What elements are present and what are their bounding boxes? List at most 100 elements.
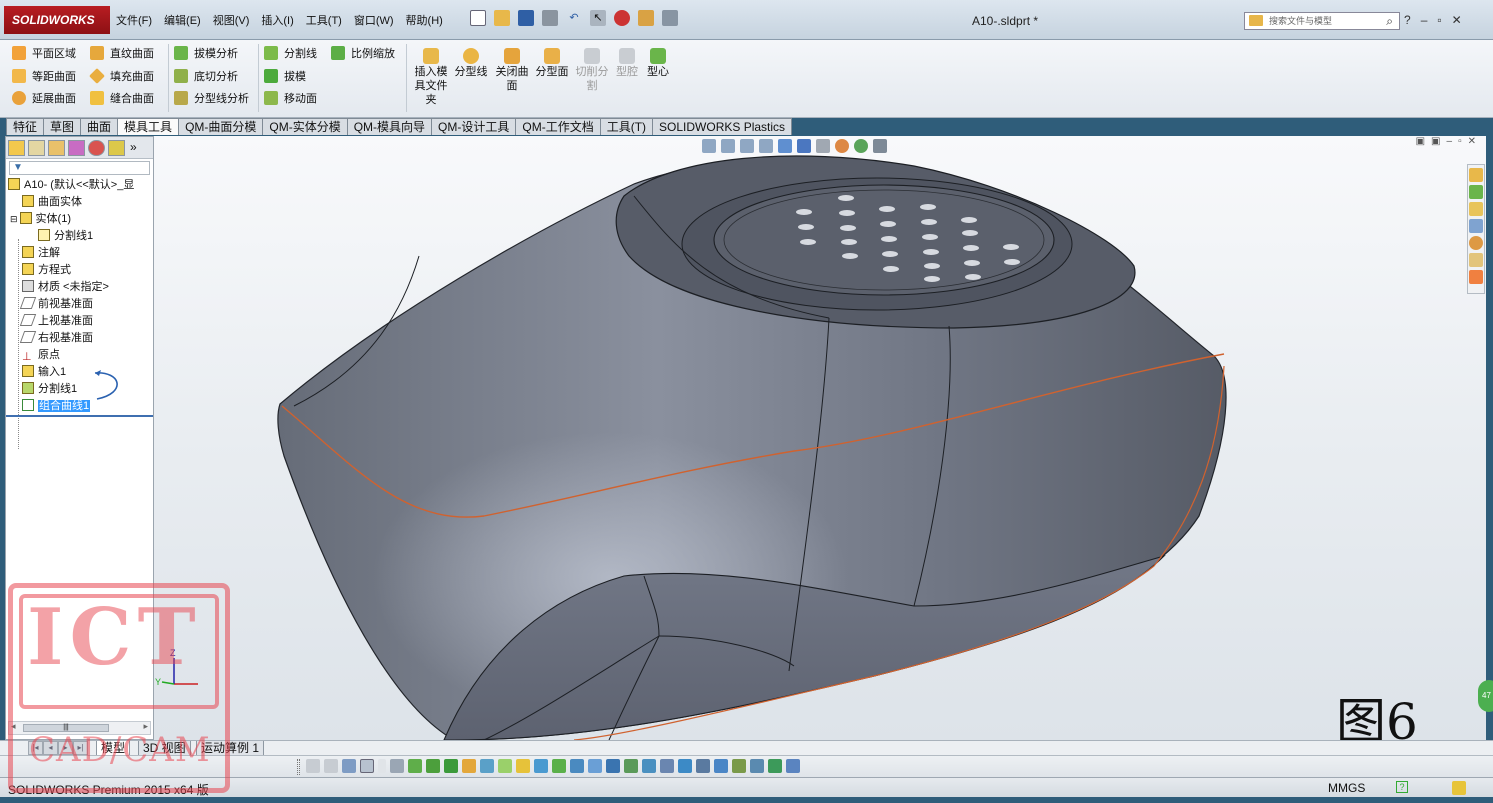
sketch-point-icon[interactable]	[408, 759, 422, 773]
tab-solidworks-plastics[interactable]: SOLIDWORKS Plastics	[652, 118, 793, 135]
tree-item[interactable]: 上视基准面	[6, 313, 153, 330]
menu-help[interactable]: 帮助(H)	[406, 12, 443, 28]
toggle-filter-icon[interactable]	[390, 759, 404, 773]
rollback-bar[interactable]	[6, 415, 153, 417]
file-explorer-icon[interactable]	[1469, 202, 1483, 216]
core-button[interactable]: 型心	[644, 48, 672, 79]
side-pull-tab[interactable]: 47	[1478, 680, 1493, 712]
undercut-analysis-button[interactable]: 底切分析	[174, 68, 238, 84]
collapse-icon[interactable]: ⊟	[10, 214, 18, 224]
close-icon[interactable]: ✕	[1452, 13, 1462, 27]
solidworks-resources-icon[interactable]	[1469, 168, 1483, 182]
dimxpert-icon[interactable]	[68, 140, 85, 156]
curve-filter-icon[interactable]	[516, 759, 530, 773]
open-icon[interactable]	[494, 10, 510, 26]
custom-properties-icon[interactable]	[1469, 253, 1483, 267]
tree-item[interactable]: 材质 <未指定>	[6, 279, 153, 296]
mid-point-icon[interactable]	[768, 759, 782, 773]
filter-vertices-icon[interactable]	[306, 759, 320, 773]
toolbar-grip[interactable]	[297, 759, 300, 775]
block-filter-icon[interactable]	[678, 759, 692, 773]
solidworks-logo[interactable]: SOLIDWORKS	[4, 6, 110, 34]
tab-tools[interactable]: 工具(T)	[599, 118, 654, 135]
appearances-icon[interactable]	[1469, 236, 1483, 250]
tab-qm-mold-wizard[interactable]: QM-模具向导	[346, 118, 433, 135]
select-icon[interactable]: ↖	[590, 10, 606, 26]
minimize-icon[interactable]: –	[1421, 13, 1428, 27]
filter-icon[interactable]: ▼	[9, 161, 150, 175]
offset-surface-button[interactable]: 等距曲面	[12, 68, 76, 84]
tree-item[interactable]: 方程式	[6, 262, 153, 279]
planar-surface-button[interactable]: 平面区域	[12, 45, 76, 61]
cam-manager-icon[interactable]	[108, 140, 125, 156]
dimension-filter-icon[interactable]	[534, 759, 548, 773]
tree-item[interactable]: ⊟ 实体(1)	[6, 211, 153, 228]
help-icon[interactable]: ?	[1404, 13, 1411, 27]
shut-off-surfaces-button[interactable]: 关闭曲面	[493, 48, 531, 93]
cavity-button[interactable]: 型腔	[613, 48, 641, 79]
parting-line-analysis-button[interactable]: 分型线分析	[174, 90, 249, 106]
balloon-filter-icon[interactable]	[714, 759, 728, 773]
surface-finish-icon[interactable]	[624, 759, 638, 773]
routing-point-icon[interactable]	[750, 759, 764, 773]
restore-icon[interactable]: ▫	[1437, 13, 1441, 27]
menu-insert[interactable]: 插入(I)	[261, 12, 293, 28]
cosmetic-thread-icon[interactable]	[660, 759, 674, 773]
tab-qm-work-docs[interactable]: QM-工作文档	[515, 118, 601, 135]
tooling-split-button[interactable]: 切削分割	[573, 48, 611, 93]
center-mark-icon[interactable]	[696, 759, 710, 773]
sketch-segment-icon[interactable]	[786, 759, 800, 773]
more-tabs-icon[interactable]: »	[130, 140, 137, 155]
move-face-button[interactable]: 移动面	[264, 90, 317, 106]
draft-analysis-button[interactable]: 拔模分析	[174, 45, 238, 61]
tree-item[interactable]: 右视基准面	[6, 330, 153, 347]
tab-qm-surface-parting[interactable]: QM-曲面分模	[178, 118, 264, 135]
undo-icon[interactable]: ↶	[566, 10, 582, 26]
search-input[interactable]: 搜索文件与模型 ⌕	[1244, 12, 1400, 30]
filled-surface-button[interactable]: 填充曲面	[89, 68, 154, 84]
hole-callout-icon[interactable]	[642, 759, 656, 773]
axis-icon[interactable]	[480, 759, 494, 773]
tab-surfaces[interactable]: 曲面	[80, 118, 119, 135]
parting-surface-button[interactable]: 分型面	[533, 48, 571, 79]
tree-root[interactable]: A10- (默认<<默认>_显	[6, 177, 153, 194]
graphics-area[interactable]: ▣ ▣ – ▫ ✕ Z Y	[154, 136, 1486, 740]
filter-faces-icon[interactable]	[342, 759, 356, 773]
options-icon[interactable]	[662, 10, 678, 26]
rebuild-icon[interactable]	[614, 10, 630, 26]
display-manager-icon[interactable]	[88, 140, 105, 156]
connection-point-icon[interactable]	[732, 759, 746, 773]
view-palette-icon[interactable]	[1469, 219, 1483, 233]
file-properties-icon[interactable]	[638, 10, 654, 26]
menu-view[interactable]: 视图(V)	[213, 12, 250, 28]
select-arrow-icon[interactable]	[360, 759, 374, 773]
part-model[interactable]: Z Y	[154, 136, 1486, 740]
design-library-icon[interactable]	[1469, 185, 1483, 199]
new-icon[interactable]	[470, 10, 486, 26]
quick-tips-icon[interactable]: ?	[1396, 781, 1408, 793]
rebuild-status-icon[interactable]	[1452, 781, 1466, 795]
solid-body-icon[interactable]	[444, 759, 458, 773]
ruled-surface-button[interactable]: 直纹曲面	[90, 45, 154, 61]
insert-mold-folder-button[interactable]: 插入模具文件夹	[412, 48, 450, 107]
note-filter-icon[interactable]	[552, 759, 566, 773]
tree-item[interactable]: 曲面实体	[6, 194, 153, 211]
tab-sketch[interactable]: 草图	[43, 118, 82, 135]
knit-surface-button[interactable]: 缝合曲面	[90, 90, 154, 106]
menu-file[interactable]: 文件(F)	[116, 12, 152, 28]
filter-edges-icon[interactable]	[324, 759, 338, 773]
plane-filter-icon[interactable]	[498, 759, 512, 773]
parting-lines-button[interactable]: 分型线	[453, 48, 489, 79]
menu-tools[interactable]: 工具(T)	[306, 12, 342, 28]
unit-system[interactable]: MMGS	[1328, 781, 1365, 795]
tab-qm-solid-parting[interactable]: QM-实体分模	[262, 118, 348, 135]
tab-mold-tools[interactable]: 模具工具	[117, 118, 180, 135]
tree-item[interactable]: ⊥ 原点	[6, 347, 153, 364]
property-manager-icon[interactable]	[28, 140, 45, 156]
configuration-manager-icon[interactable]	[48, 140, 65, 156]
radiate-surface-button[interactable]: 延展曲面	[12, 90, 76, 106]
menu-edit[interactable]: 编辑(E)	[164, 12, 201, 28]
search-icon[interactable]: ⌕	[1386, 13, 1393, 29]
menu-window[interactable]: 窗口(W)	[354, 12, 394, 28]
forum-icon[interactable]	[1469, 270, 1483, 284]
